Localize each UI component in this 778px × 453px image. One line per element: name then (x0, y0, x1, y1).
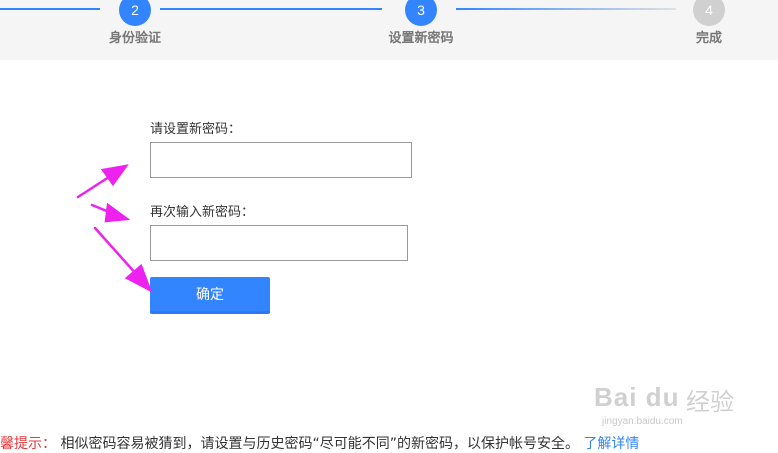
security-tip: 温馨提示： 相似密码容易被猜到，请设置与历史密码“尽可能不同”的新密码，以保护帐… (0, 433, 639, 453)
learn-more-link[interactable]: 了解详情 (583, 436, 639, 452)
annotation-arrow-head (124, 263, 153, 293)
watermark-logo: Bai du (594, 382, 680, 412)
annotation-arrow-shaft (93, 226, 139, 277)
baidu-jingyan-watermark: Bai du 经验 jingyan.baidu.com (594, 360, 744, 427)
annotation-arrow-shaft (76, 173, 114, 199)
watermark-brand: 经验 (686, 388, 734, 416)
annotation-arrow-head (104, 202, 131, 223)
tip-prefix: 温馨提示： (0, 436, 56, 452)
annotation-arrow-head (100, 164, 129, 187)
watermark-url: jingyan.baidu.com (602, 416, 683, 427)
tip-message: 相似密码容易被猜到，请设置与历史密码“尽可能不同”的新密码，以保护帐号安全。 (60, 436, 579, 452)
